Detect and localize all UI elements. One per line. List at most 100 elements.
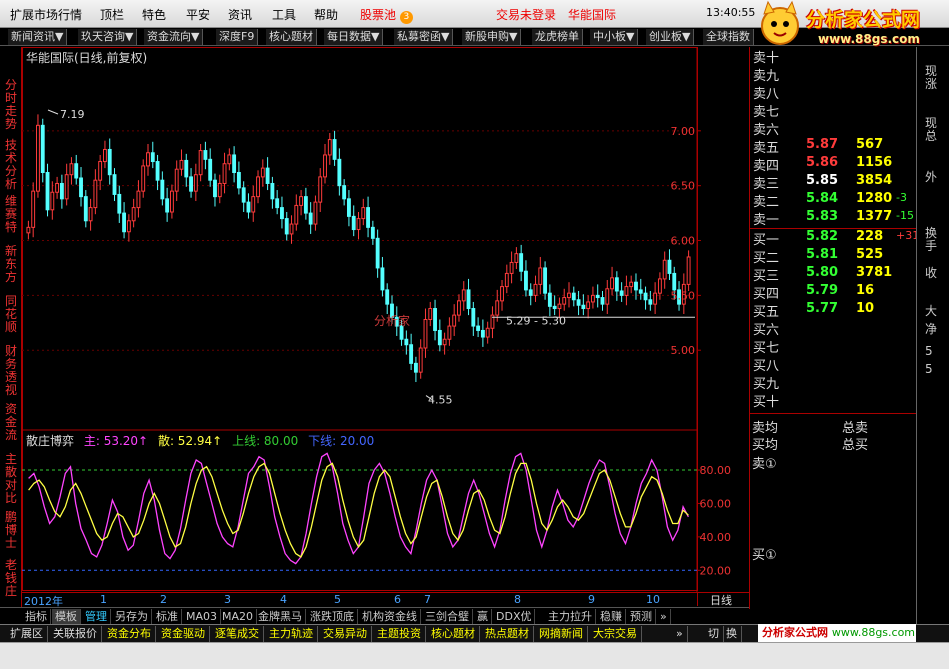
sell-level-row[interactable]: 卖三 5.85 3854 xyxy=(752,173,914,192)
candle-body xyxy=(452,314,457,327)
function-tab-13[interactable]: 切 xyxy=(704,626,724,642)
tab-private[interactable]: 私募密函▼ xyxy=(394,29,454,45)
candle-body xyxy=(174,168,179,192)
indicator-template-10[interactable]: 三剑合璧 xyxy=(422,609,473,624)
menu-news[interactable]: 资讯 xyxy=(228,6,252,23)
timeframe-label[interactable]: 日线 xyxy=(697,592,749,607)
tab-sme-board[interactable]: 中小板▼ xyxy=(590,29,639,45)
menu-pingan[interactable]: 平安 xyxy=(186,6,210,23)
indicator-template-0[interactable]: 指标 xyxy=(22,609,51,624)
side-tab-weisaite[interactable]: 维赛特 xyxy=(2,195,20,234)
candle-body xyxy=(433,308,437,331)
buy-level-row[interactable]: 买三 5.80 3781 xyxy=(752,265,914,284)
side-tab-intraday[interactable]: 分时走势 xyxy=(2,79,20,131)
function-tab-8[interactable]: 核心题材 xyxy=(427,626,480,642)
function-tab-5[interactable]: 主力轨迹 xyxy=(265,626,318,642)
indicator-template-5[interactable]: MA03 xyxy=(183,609,222,624)
indicator-template-15[interactable]: 预测 xyxy=(627,609,656,624)
tab-capital-flow[interactable]: 资金流向▼ xyxy=(144,29,204,45)
buy-level-empty[interactable]: 买九 xyxy=(752,373,914,392)
function-tab-11[interactable]: 大宗交易 xyxy=(589,626,642,642)
function-tab-0[interactable]: 扩展区 xyxy=(6,626,48,642)
book-level-label: 卖二 xyxy=(753,195,780,210)
indicator-template-16[interactable]: » xyxy=(657,609,671,624)
tab-f9[interactable]: 深度F9 xyxy=(216,29,259,45)
indicator-template-11[interactable]: 赢 xyxy=(474,609,492,624)
function-tab-6[interactable]: 交易异动 xyxy=(319,626,372,642)
buy-level-empty[interactable]: 买八 xyxy=(752,355,914,374)
candle-body xyxy=(303,196,308,214)
buy-level-empty[interactable]: 买十 xyxy=(752,391,914,410)
candle-body xyxy=(131,207,136,222)
side-tab-laoqianzhuang[interactable]: 老钱庄 xyxy=(2,559,20,598)
trade-login-status[interactable]: 交易未登录 xyxy=(496,6,556,23)
buy-level-row[interactable]: 买一 5.82 228 +31 xyxy=(752,229,919,248)
tab-core-theme[interactable]: 核心题材 xyxy=(266,29,317,45)
function-tab-14[interactable]: 换 xyxy=(722,626,742,642)
side-tab-technical[interactable]: 技术分析 xyxy=(2,139,20,191)
sell-level-row[interactable]: 卖二 5.84 1280 -3 xyxy=(752,191,914,210)
function-tab-10[interactable]: 网摘新闻 xyxy=(535,626,588,642)
tab-news[interactable]: 新闻资讯▼ xyxy=(8,29,68,45)
menu-tools[interactable]: 工具 xyxy=(272,6,296,23)
sell-level-row[interactable]: 卖四 5.86 1156 xyxy=(752,155,914,174)
site-banner[interactable]: 分析家公式网 www.88gs.com xyxy=(758,624,916,642)
sell-level-empty[interactable]: 卖八 xyxy=(752,83,914,102)
book-level-label: 买三 xyxy=(753,269,780,284)
tab-global-index[interactable]: 全球指数 xyxy=(703,29,754,45)
tab-gem-board[interactable]: 创业板▼ xyxy=(646,29,695,45)
side-tab-finance[interactable]: 财务透视 xyxy=(2,345,20,397)
indicator-template-6[interactable]: MA20 xyxy=(219,609,258,624)
sell-level-row[interactable]: 卖一 5.83 1377 -15 xyxy=(752,209,914,228)
sell-level-empty[interactable]: 卖九 xyxy=(752,65,914,84)
buy-level-row[interactable]: 买二 5.81 525 xyxy=(752,247,914,266)
indicator-template-9[interactable]: 机构资金线 xyxy=(359,609,421,624)
candle-body xyxy=(653,292,658,305)
side-tab-capital[interactable]: 资金流 xyxy=(2,403,20,442)
sell-level-row[interactable]: 卖五 5.87 567 xyxy=(752,137,914,156)
indicator-template-3[interactable]: 另存为 xyxy=(112,609,152,624)
indicator-template-7[interactable]: 金牌黑马 xyxy=(255,609,306,624)
menu-topbar[interactable]: 顶栏 xyxy=(100,6,124,23)
sell-level-empty[interactable]: 卖六 xyxy=(752,119,914,138)
indicator-template-13[interactable]: 主力拉升 xyxy=(545,609,596,624)
function-tab-1[interactable]: 关联报价 xyxy=(49,626,102,642)
side-tab-tonghuashun[interactable]: 同花顺 xyxy=(2,295,20,334)
buy-level-empty[interactable]: 买六 xyxy=(752,319,914,338)
watermark-text: 分析家 xyxy=(374,313,410,328)
indicator-downline-value: 下线: 20.00 xyxy=(308,434,375,448)
function-tab-12[interactable]: » xyxy=(672,626,688,642)
buy-level-row[interactable]: 买五 5.77 10 xyxy=(752,301,914,320)
tab-dragon-tiger[interactable]: 龙虎榜单 xyxy=(532,29,583,45)
tab-ipo[interactable]: 新股申购▼ xyxy=(462,29,522,45)
menu-extended-market[interactable]: 扩展市场行情 xyxy=(10,6,82,23)
indicator-template-4[interactable]: 标准 xyxy=(153,609,182,624)
candle-body xyxy=(485,327,490,338)
menu-help[interactable]: 帮助 xyxy=(314,6,338,23)
indicator-template-1[interactable]: 模板 xyxy=(52,609,81,624)
candle-body xyxy=(576,299,581,306)
indicator-template-14[interactable]: 稳赚 xyxy=(597,609,626,624)
side-tab-main-vs-retail[interactable]: 主散对比 xyxy=(2,453,20,505)
buy-level-empty[interactable]: 买七 xyxy=(752,337,914,356)
menu-special[interactable]: 特色 xyxy=(142,6,166,23)
candle-body xyxy=(98,161,103,181)
book-separator xyxy=(750,413,916,414)
tab-jiutian[interactable]: 玖天咨询▼ xyxy=(78,29,138,45)
function-tab-7[interactable]: 主题投资 xyxy=(373,626,426,642)
function-tab-3[interactable]: 资金驱动 xyxy=(157,626,210,642)
side-tab-pengboshi[interactable]: 鹏博士 xyxy=(2,511,20,550)
function-tab-4[interactable]: 逐笔成交 xyxy=(211,626,264,642)
tab-daily-data[interactable]: 每日数据▼ xyxy=(324,29,384,45)
stock-pool-button[interactable]: 股票池 3 xyxy=(360,6,413,24)
buy-level-row[interactable]: 买四 5.79 16 xyxy=(752,283,914,302)
indicator-template-12[interactable]: DDX优 xyxy=(493,609,536,624)
candle-body xyxy=(643,292,648,301)
kline-chart[interactable]: 7.00 6.50 6.00 5.50 5.00 80.00 60.00 40.00 20.00… xyxy=(22,47,749,592)
side-tab-xindongfang[interactable]: 新东方 xyxy=(2,245,20,284)
indicator-template-2[interactable]: 管理 xyxy=(82,609,111,624)
function-tab-9[interactable]: 热点题材 xyxy=(481,626,534,642)
indicator-template-8[interactable]: 涨跌顶底 xyxy=(307,609,358,624)
sell-level-empty[interactable]: 卖七 xyxy=(752,101,914,120)
function-tab-2[interactable]: 资金分布 xyxy=(103,626,156,642)
